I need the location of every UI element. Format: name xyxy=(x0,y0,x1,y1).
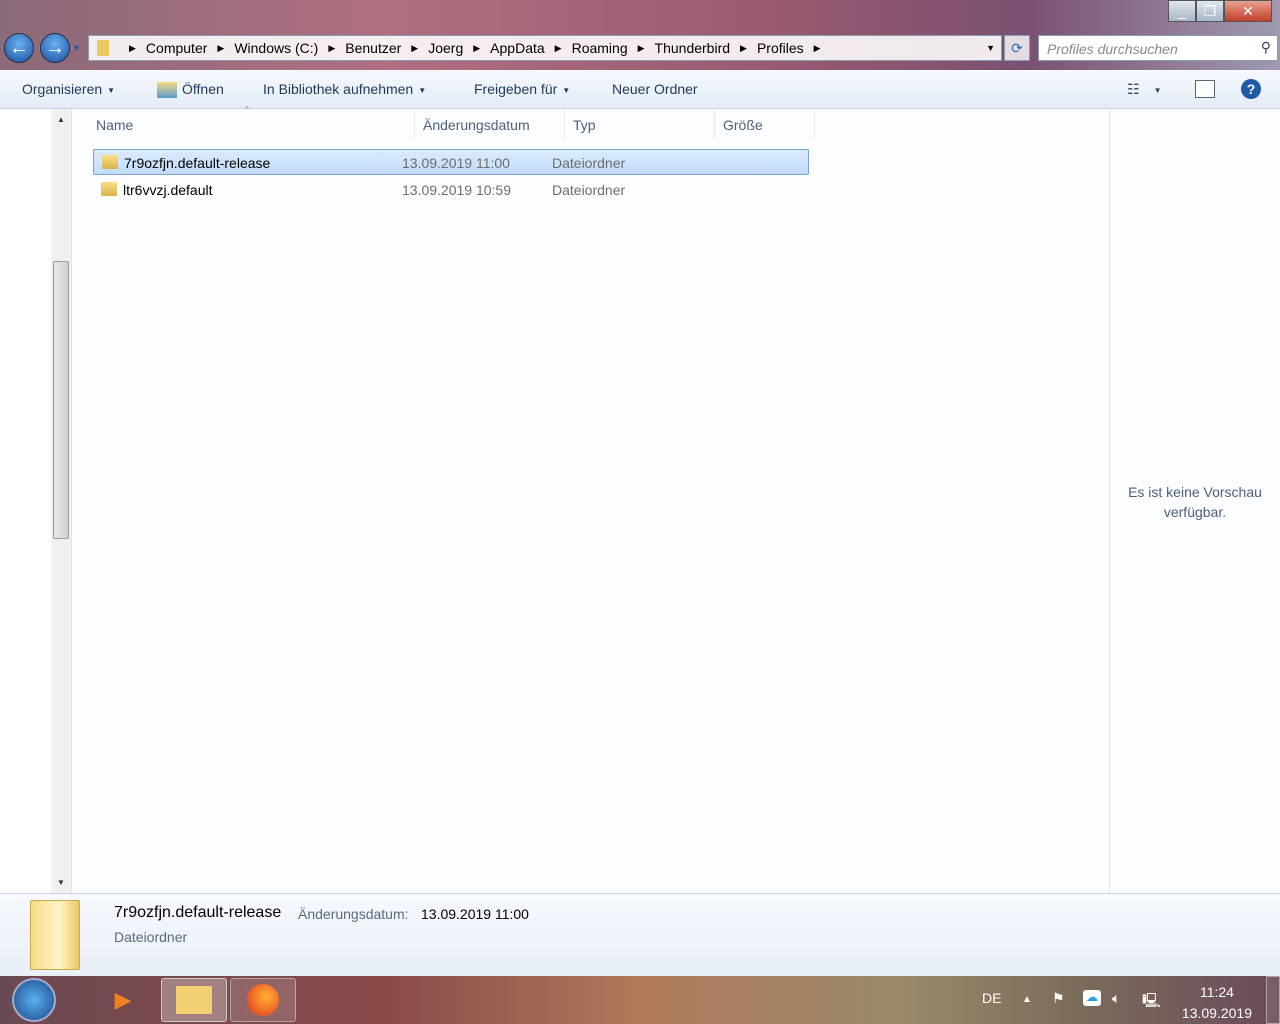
recent-pages-dropdown[interactable]: ▼ xyxy=(72,43,81,53)
close-button[interactable]: ✕ xyxy=(1224,0,1272,22)
maximize-button[interactable]: ❐ xyxy=(1196,0,1224,22)
open-folder-icon xyxy=(157,82,177,99)
file-name: ltr6vvzj.default xyxy=(123,182,213,198)
scroll-down-arrow[interactable]: ▼ xyxy=(51,878,71,887)
name-header-label: Name xyxy=(96,117,134,133)
show-hidden-icons[interactable]: ▲ xyxy=(1022,994,1032,1005)
table-row[interactable]: 7r9ozfjn.default-release 13.09.2019 11:0… xyxy=(93,149,809,175)
file-name: 7r9ozfjn.default-release xyxy=(124,155,271,171)
breadcrumb-item[interactable]: AppData xyxy=(490,40,544,56)
folder-icon xyxy=(101,182,117,196)
icloud-icon[interactable]: ☁ xyxy=(1083,990,1101,1006)
file-type: Dateiordner xyxy=(552,155,626,171)
details-date-label: Änderungsdatum: xyxy=(298,906,409,922)
column-header-type[interactable]: Typ xyxy=(565,109,715,139)
media-player-taskbar-button[interactable]: ▶ xyxy=(90,978,156,1022)
nav-scrollbar[interactable]: ▲ ▼ xyxy=(51,109,71,893)
details-type: Dateiordner xyxy=(114,929,188,945)
no-preview-text: Es ist keine Vorschau verfügbar. xyxy=(1128,484,1262,520)
preview-pane-icon[interactable] xyxy=(1195,80,1215,98)
clock-time: 11:24 xyxy=(1199,984,1234,1000)
column-header-date[interactable]: Änderungsdatum xyxy=(415,109,565,139)
explorer-taskbar-button[interactable] xyxy=(161,978,227,1022)
breadcrumb: ▶ Computer ▶ Windows (C:) ▶ Benutzer ▶ Joerg… xyxy=(129,40,821,56)
column-header-name[interactable]: Name ^ xyxy=(88,105,415,139)
action-center-flag-icon[interactable]: ⚑ xyxy=(1052,990,1065,1007)
folder-icon xyxy=(97,40,109,56)
organize-label: Organisieren xyxy=(22,81,103,97)
language-indicator[interactable]: DE xyxy=(982,990,1001,1006)
firefox-icon xyxy=(247,984,279,1016)
breadcrumb-item[interactable]: Benutzer xyxy=(345,40,401,56)
address-bar[interactable]: ▶ Computer ▶ Windows (C:) ▶ Benutzer ▶ Joerg… xyxy=(88,35,1002,61)
details-name: 7r9ozfjn.default-release xyxy=(114,904,282,921)
clock[interactable]: 11:24 13.09.2019 xyxy=(1182,982,1252,1024)
organize-button[interactable]: Organisieren ▼ xyxy=(22,81,115,97)
column-header-size[interactable]: Größe xyxy=(715,109,815,139)
forward-button[interactable]: → xyxy=(40,33,70,63)
file-date: 13.09.2019 11:00 xyxy=(402,155,510,171)
scroll-thumb[interactable] xyxy=(53,261,69,539)
library-label: In Bibliothek aufnehmen xyxy=(263,81,414,97)
open-label: Öffnen xyxy=(182,81,224,97)
view-options-icon[interactable]: ☷ ▼ xyxy=(1127,81,1161,98)
breadcrumb-item[interactable]: Computer xyxy=(146,40,207,56)
search-input[interactable]: Profiles durchsuchen ⚲ xyxy=(1038,35,1278,61)
preview-pane: Es ist keine Vorschau verfügbar. xyxy=(1109,109,1280,893)
explorer-icon xyxy=(176,986,212,1014)
sort-ascending-icon: ^ xyxy=(245,105,249,114)
new-folder-button[interactable]: Neuer Ordner xyxy=(612,81,698,97)
add-to-library-button[interactable]: In Bibliothek aufnehmen ▼ xyxy=(263,81,426,97)
address-dropdown[interactable]: ▼ xyxy=(986,43,995,53)
title-bar: _ ❐ ✕ ← → ▼ ▶ Computer ▶ Windows (C:) ▶ Ben… xyxy=(0,0,1280,70)
share-button[interactable]: Freigeben für ▼ xyxy=(474,81,570,97)
refresh-button[interactable]: ⟳ xyxy=(1004,35,1030,61)
breadcrumb-item[interactable]: Windows (C:) xyxy=(234,40,318,56)
back-button[interactable]: ← xyxy=(4,33,34,63)
file-type: Dateiordner xyxy=(552,182,626,198)
breadcrumb-item[interactable]: Roaming xyxy=(572,40,628,56)
firefox-taskbar-button[interactable] xyxy=(230,978,296,1022)
file-list: Name ^ Änderungsdatum Typ Größe 7r9ozfjn.… xyxy=(73,105,1108,893)
share-label: Freigeben für xyxy=(474,81,558,97)
minimize-button[interactable]: _ xyxy=(1168,0,1196,22)
command-bar: Organisieren ▼ Öffnen In Bibliothek aufne… xyxy=(0,70,1280,109)
folder-icon xyxy=(102,155,118,169)
details-pane: 7r9ozfjn.default-release Änderungsdatum:… xyxy=(0,893,1280,976)
volume-icon[interactable]: 🔈︎ xyxy=(1112,990,1120,1007)
open-button[interactable]: Öffnen xyxy=(157,81,224,99)
show-desktop-button[interactable] xyxy=(1266,976,1280,1024)
file-date: 13.09.2019 10:59 xyxy=(402,182,511,198)
details-date: 13.09.2019 11:00 xyxy=(421,906,529,922)
taskbar: ▶ DE ▲ ⚑ ☁ 🔈︎ 🖳 11:24 13.09.2019 xyxy=(0,976,1280,1024)
folder-large-icon xyxy=(30,900,80,970)
scroll-up-arrow[interactable]: ▲ xyxy=(51,109,71,124)
network-icon[interactable]: 🖳 xyxy=(1142,990,1161,1014)
breadcrumb-item[interactable]: Thunderbird xyxy=(655,40,731,56)
help-icon[interactable]: ? xyxy=(1241,79,1261,99)
clock-date: 13.09.2019 xyxy=(1181,1005,1252,1021)
breadcrumb-item[interactable]: Joerg xyxy=(428,40,463,56)
start-button[interactable] xyxy=(12,978,56,1022)
breadcrumb-item[interactable]: Profiles xyxy=(757,40,804,56)
table-row[interactable]: ltr6vvzj.default 13.09.2019 10:59 Dateio… xyxy=(93,177,809,203)
search-placeholder: Profiles durchsuchen xyxy=(1047,41,1178,57)
search-icon[interactable]: ⚲ xyxy=(1261,39,1271,56)
